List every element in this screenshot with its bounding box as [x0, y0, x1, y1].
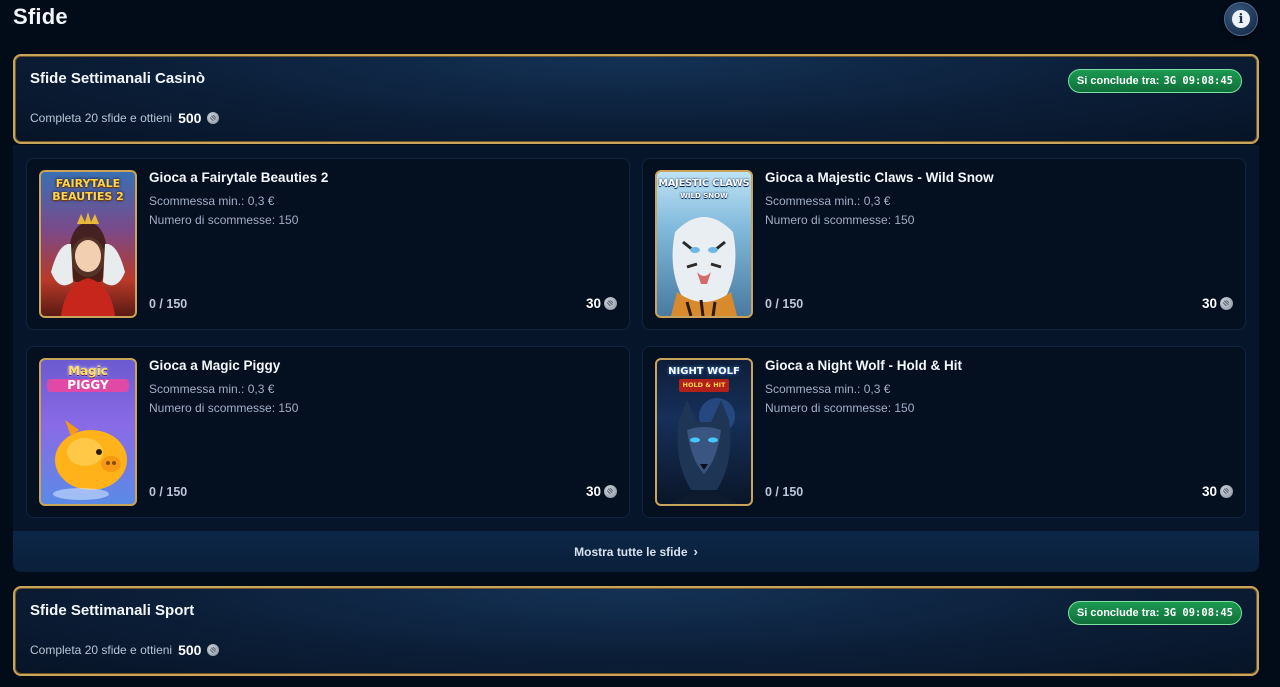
coin-icon — [604, 485, 617, 498]
min-bet: Scommessa min.: 0,3 € — [765, 382, 891, 396]
game-title: Gioca a Magic Piggy — [149, 358, 281, 373]
sport-challenge-header[interactable]: Sfide Settimanali Sport Si conclude tra:… — [13, 586, 1259, 676]
casino-header-title: Sfide Settimanali Casinò — [30, 70, 206, 87]
casino-timer-badge: Si conclude tra: 3G 09:08:45 — [1067, 69, 1242, 93]
sport-timer-badge: Si conclude tra: 3G 09:08:45 — [1067, 601, 1242, 625]
casino-header-subtitle: Completa 20 sfide e ottieni 500 — [30, 110, 220, 126]
piggy-illustration — [53, 420, 127, 500]
game-title: Gioca a Fairytale Beauties 2 — [149, 170, 329, 185]
challenge-card[interactable]: FAIRYTALE BEAUTIES 2 Gioca a Fairytale B… — [26, 158, 630, 330]
progress-text: 0 / 150 — [765, 485, 804, 499]
progress-text: 0 / 150 — [149, 485, 188, 499]
reward-amount: 500 — [178, 642, 202, 658]
game-thumbnail[interactable]: FAIRYTALE BEAUTIES 2 — [39, 170, 137, 318]
min-bet: Scommessa min.: 0,3 € — [765, 194, 891, 208]
subtitle-text: Completa 20 sfide e ottieni — [30, 643, 173, 657]
bets-count: Numero di scommesse: 150 — [765, 213, 915, 227]
timer-label: Si conclude tra: — [1076, 607, 1160, 619]
points-value: 30 — [585, 296, 601, 311]
info-icon: i — [1232, 10, 1250, 28]
coin-icon — [207, 644, 220, 656]
game-title: Gioca a Night Wolf - Hold & Hit — [765, 358, 962, 373]
sport-header-subtitle: Completa 20 sfide e ottieni 500 — [30, 642, 220, 658]
show-all-label: Mostra tutte le sfide — [574, 544, 688, 559]
coin-icon — [1220, 485, 1233, 498]
reward-amount: 500 — [178, 110, 202, 126]
progress-text: 0 / 150 — [149, 297, 188, 311]
game-title: Gioca a Majestic Claws - Wild Snow — [765, 170, 994, 185]
points-badge: 30 — [586, 484, 617, 499]
sport-header-title: Sfide Settimanali Sport — [30, 602, 195, 619]
bets-count: Numero di scommesse: 150 — [765, 401, 915, 415]
coin-icon — [604, 297, 617, 310]
queen-illustration — [51, 212, 125, 316]
bets-count: Numero di scommesse: 150 — [149, 401, 299, 415]
min-bet: Scommessa min.: 0,3 € — [149, 382, 275, 396]
info-button[interactable]: i — [1224, 2, 1258, 36]
bets-count: Numero di scommesse: 150 — [149, 213, 299, 227]
points-badge: 30 — [586, 296, 617, 311]
game-thumbnail[interactable]: NIGHT WOLF HOLD & HIT — [655, 358, 753, 506]
points-value: 30 — [1201, 296, 1217, 311]
challenge-card[interactable]: NIGHT WOLF HOLD & HIT Gioca a Night Wolf… — [642, 346, 1246, 518]
challenge-card[interactable]: MAJESTIC CLAWS WILD SNOW Gioca a Majesti… — [642, 158, 1246, 330]
chevron-right-icon: › — [693, 544, 698, 559]
subtitle-text: Completa 20 sfide e ottieni — [30, 111, 173, 125]
game-thumbnail[interactable]: Magic PIGGY — [39, 358, 137, 506]
wolf-illustration — [671, 398, 737, 504]
show-all-challenges-button[interactable]: Mostra tutte le sfide › — [13, 531, 1259, 572]
coin-icon — [207, 112, 220, 124]
points-badge: 30 — [1202, 296, 1233, 311]
game-thumbnail[interactable]: MAJESTIC CLAWS WILD SNOW — [655, 170, 753, 318]
casino-challenges-list: FAIRYTALE BEAUTIES 2 Gioca a Fairytale B… — [13, 145, 1259, 572]
page-title: Sfide — [13, 4, 68, 29]
points-value: 30 — [1201, 484, 1217, 499]
challenge-card[interactable]: Magic PIGGY Gioca a Magic Piggy Scommess… — [26, 346, 630, 518]
coin-icon — [1220, 297, 1233, 310]
tiger-illustration — [671, 217, 737, 316]
timer-value: 3G 09:08:45 — [1163, 607, 1233, 619]
points-value: 30 — [585, 484, 601, 499]
points-badge: 30 — [1202, 484, 1233, 499]
progress-text: 0 / 150 — [765, 297, 804, 311]
casino-challenge-header[interactable]: Sfide Settimanali Casinò Si conclude tra… — [13, 54, 1259, 144]
timer-value: 3G 09:08:45 — [1163, 75, 1233, 87]
timer-label: Si conclude tra: — [1076, 75, 1160, 87]
min-bet: Scommessa min.: 0,3 € — [149, 194, 275, 208]
